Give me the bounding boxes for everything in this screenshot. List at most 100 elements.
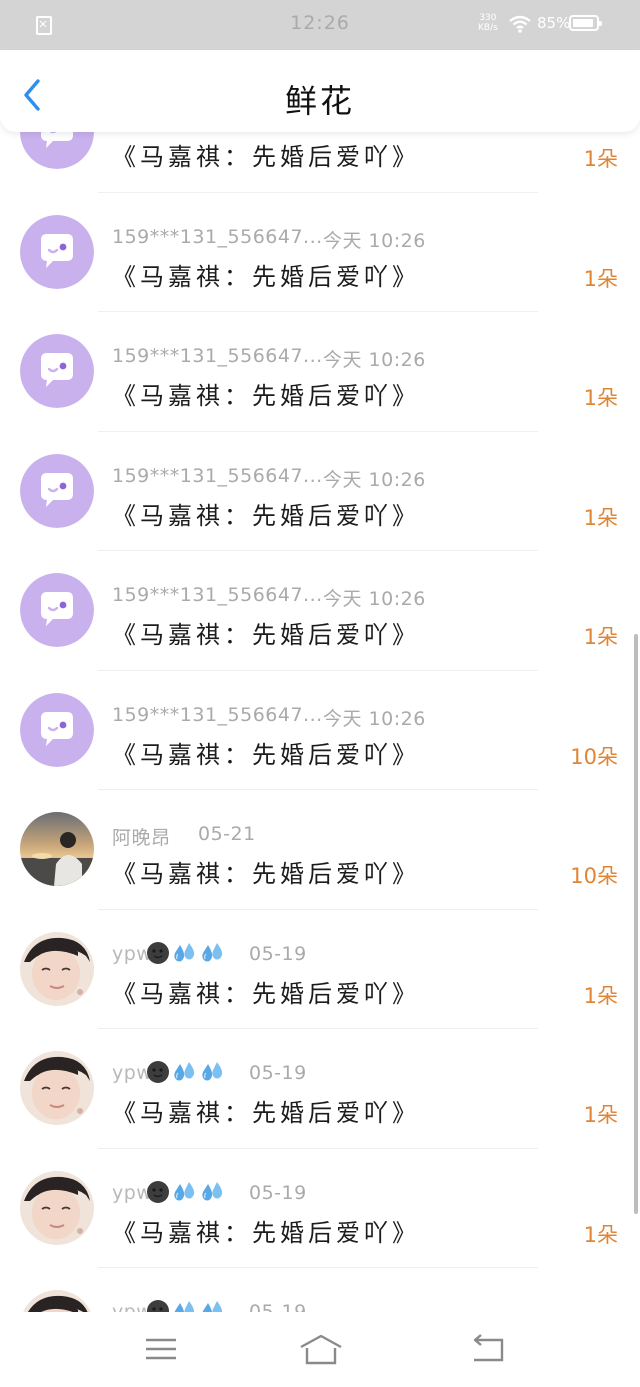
chat-bubble-icon bbox=[20, 334, 94, 408]
gift-list[interactable]: 《马嘉祺：先婚后爱吖》 1朵 159***131_556647... 今天 10:26… bbox=[0, 132, 640, 1312]
sender-emojis bbox=[144, 1180, 226, 1204]
flower-count: 1朵 bbox=[583, 147, 618, 171]
flower-count: 1朵 bbox=[583, 983, 618, 1008]
sender-name: 159***131_556647... bbox=[112, 703, 323, 726]
avatar[interactable] bbox=[20, 453, 94, 528]
book-title: 《马嘉祺：先婚后爱吖》 bbox=[112, 860, 420, 888]
gift-time: 05-21 bbox=[198, 823, 256, 845]
gift-time: 今天 10:26 bbox=[323, 229, 426, 252]
flower-count: 1朵 bbox=[583, 386, 618, 410]
avatar[interactable] bbox=[20, 132, 94, 169]
sweat-drops-emoji-icon bbox=[174, 1301, 195, 1312]
page-title: 鲜花 bbox=[284, 82, 355, 120]
sweat-drops-emoji-icon bbox=[174, 1062, 195, 1081]
avatar[interactable] bbox=[20, 214, 94, 289]
book-title: 《马嘉祺：先婚后爱吖》 bbox=[112, 382, 420, 410]
avatar[interactable] bbox=[20, 931, 94, 1006]
sender-emojis bbox=[144, 941, 226, 965]
avatar[interactable] bbox=[20, 692, 94, 767]
book-title: 《马嘉祺：先婚后爱吖》 bbox=[112, 1099, 420, 1127]
list-item[interactable]: ypw 05-19 bbox=[0, 1268, 640, 1312]
gift-time: 今天 10:26 bbox=[323, 349, 426, 371]
home-icon[interactable] bbox=[298, 1330, 344, 1368]
gift-time: 今天 10:26 bbox=[323, 588, 426, 610]
avatar[interactable] bbox=[20, 1170, 94, 1245]
header-bar: 鲜花 bbox=[0, 50, 640, 132]
chat-bubble-icon bbox=[20, 573, 94, 647]
sender-name: 159***131_556647... bbox=[112, 345, 323, 367]
book-title: 《马嘉祺：先婚后爱吖》 bbox=[112, 621, 420, 649]
flower-count: 1朵 bbox=[583, 1222, 618, 1247]
book-title: 《马嘉祺：先婚后爱吖》 bbox=[112, 501, 420, 530]
dark-face-emoji-icon bbox=[147, 1061, 169, 1083]
boy-photo-avatar bbox=[20, 1051, 94, 1125]
list-item[interactable]: 159***131_556647... 今天 10:26 《马嘉祺：先婚后爱吖》 1朵 bbox=[0, 193, 640, 312]
gift-time: 05-19 bbox=[249, 1062, 307, 1084]
book-title: 《马嘉祺：先婚后爱吖》 bbox=[112, 262, 420, 291]
gift-time: 05-19 bbox=[249, 942, 307, 965]
chat-bubble-icon bbox=[20, 692, 94, 767]
flower-count: 10朵 bbox=[570, 744, 618, 769]
book-title: 《马嘉祺：先婚后爱吖》 bbox=[112, 1218, 420, 1247]
flower-count: 10朵 bbox=[570, 864, 618, 888]
avatar[interactable] bbox=[20, 573, 94, 647]
list-item[interactable]: 159***131_556647... 今天 10:26 《马嘉祺：先婚后爱吖》 1朵 bbox=[0, 432, 640, 551]
sender-name: 159***131_556647... bbox=[112, 464, 323, 487]
list-item[interactable]: 阿晚昂 05-21 《马嘉祺：先婚后爱吖》 10朵 bbox=[0, 790, 640, 910]
boy-photo-avatar bbox=[20, 1170, 94, 1245]
book-title: 《马嘉祺：先婚后爱吖》 bbox=[112, 740, 420, 769]
wifi-icon bbox=[509, 15, 531, 33]
gift-time: 05-19 bbox=[249, 1181, 307, 1204]
gift-time: 今天 10:26 bbox=[323, 468, 426, 491]
sweat-drops-emoji-icon bbox=[202, 1301, 223, 1312]
sender-name: 159***131_556647... bbox=[112, 225, 323, 248]
book-title: 《马嘉祺：先婚后爱吖》 bbox=[112, 143, 420, 171]
boy-photo-avatar bbox=[20, 1290, 94, 1312]
gift-time: 05-19 bbox=[249, 1301, 307, 1312]
sweat-drops-emoji-icon bbox=[202, 942, 223, 961]
list-item[interactable]: 159***131_556647... 今天 10:26 《马嘉祺：先婚后爱吖》 1朵 bbox=[0, 312, 640, 432]
sender-emojis bbox=[144, 1060, 226, 1084]
dark-face-emoji-icon bbox=[147, 1180, 169, 1203]
system-nav-bar bbox=[0, 1312, 640, 1387]
dark-face-emoji-icon bbox=[147, 1300, 169, 1312]
list-item[interactable]: ypw 05-19 《马嘉祺：先婚后爱吖》 1朵 bbox=[0, 910, 640, 1029]
flower-count: 1朵 bbox=[583, 1103, 618, 1127]
sweat-drops-emoji-icon bbox=[174, 942, 195, 961]
network-speed-value: 330 bbox=[479, 13, 497, 23]
menu-icon[interactable] bbox=[140, 1330, 180, 1368]
battery-percent: 85% bbox=[537, 14, 571, 32]
sender-name: 159***131_556647... bbox=[112, 584, 323, 606]
sweat-drops-emoji-icon bbox=[202, 1181, 223, 1200]
avatar[interactable] bbox=[20, 1290, 94, 1312]
sender-emojis bbox=[144, 1299, 226, 1312]
chat-bubble-icon bbox=[20, 132, 94, 169]
list-item[interactable]: ypw 05-19 《马嘉祺：先婚后爱吖》 1朵 bbox=[0, 1029, 640, 1149]
book-title: 《马嘉祺：先婚后爱吖》 bbox=[112, 979, 420, 1008]
avatar[interactable] bbox=[20, 334, 94, 408]
dark-face-emoji-icon bbox=[147, 941, 169, 964]
list-item[interactable]: ypw 05-19 《马嘉祺：先婚后爱吖》 1朵 bbox=[0, 1149, 640, 1268]
battery-icon bbox=[569, 15, 602, 31]
sender-name: 阿晚昂 bbox=[112, 827, 171, 849]
flower-count: 1朵 bbox=[583, 266, 618, 291]
chat-bubble-icon bbox=[20, 214, 94, 289]
boy-photo-avatar bbox=[20, 931, 94, 1006]
sunset-photo-avatar bbox=[20, 812, 94, 886]
gift-time: 今天 10:26 bbox=[323, 707, 426, 730]
avatar[interactable] bbox=[20, 1051, 94, 1125]
list-item[interactable]: 159***131_556647... 今天 10:26 《马嘉祺：先婚后爱吖》 10… bbox=[0, 671, 640, 790]
flower-count: 1朵 bbox=[583, 625, 618, 649]
flower-count: 1朵 bbox=[583, 505, 618, 530]
network-speed-unit: KB/s bbox=[478, 23, 498, 33]
sweat-drops-emoji-icon bbox=[174, 1181, 195, 1200]
network-speed: 330 KB/s bbox=[478, 13, 498, 33]
back-icon[interactable] bbox=[468, 1330, 508, 1368]
scrollbar[interactable] bbox=[634, 634, 638, 1214]
sweat-drops-emoji-icon bbox=[202, 1062, 223, 1081]
avatar[interactable] bbox=[20, 812, 94, 886]
list-item[interactable]: 159***131_556647... 今天 10:26 《马嘉祺：先婚后爱吖》 1朵 bbox=[0, 551, 640, 671]
status-bar: 12:26 330 KB/s 85% bbox=[0, 0, 640, 50]
chat-bubble-icon bbox=[20, 453, 94, 528]
list-item[interactable]: 《马嘉祺：先婚后爱吖》 1朵 bbox=[0, 132, 640, 193]
